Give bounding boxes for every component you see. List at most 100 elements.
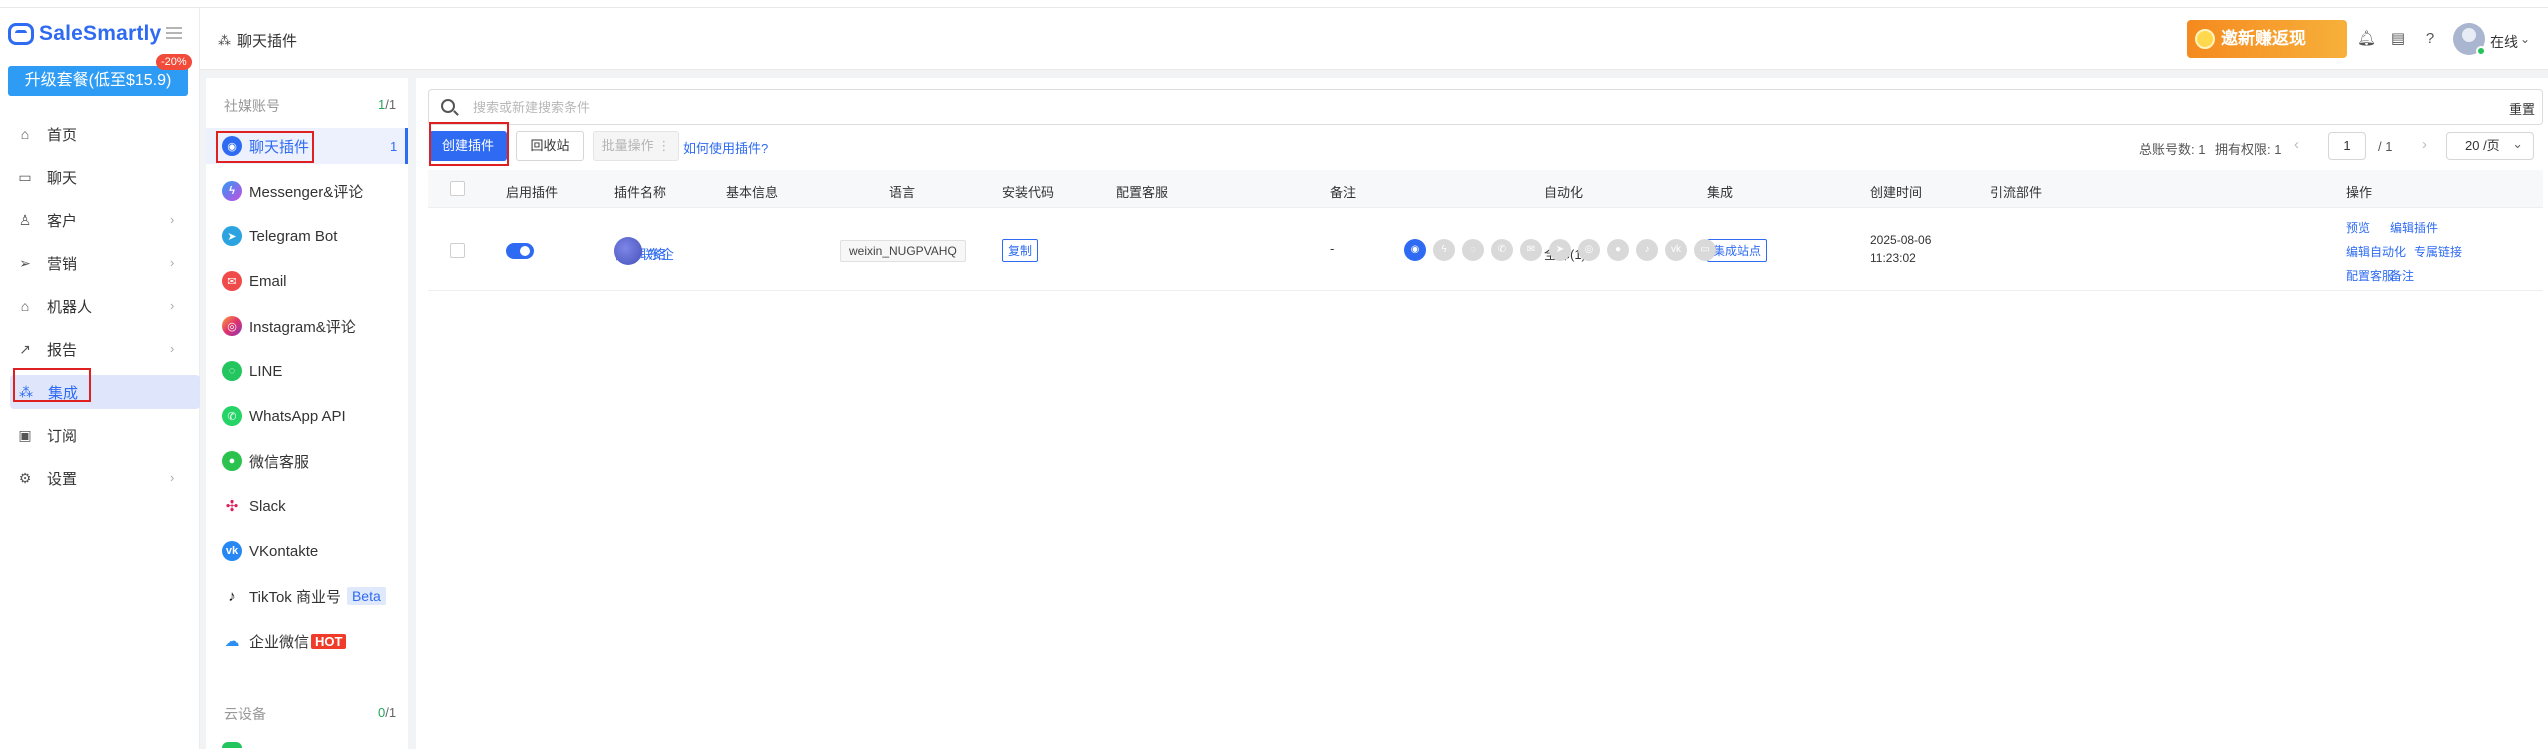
nav-item-customers[interactable]: ♙ 客户 › xyxy=(0,203,200,237)
edit-plugin-link[interactable]: 编辑插件 xyxy=(2390,219,2438,236)
top-strip xyxy=(0,0,2548,8)
sms-widget-icon[interactable]: ▭ xyxy=(1694,239,1716,261)
integration-icon: ⁂ xyxy=(19,383,33,400)
subnav-item-slack[interactable]: ✣ Slack xyxy=(206,488,408,524)
settings-icon: ⚙ xyxy=(18,469,32,486)
nav-item-integration[interactable]: ⁂ 集成 xyxy=(10,375,200,409)
collapse-menu-icon[interactable] xyxy=(166,27,182,39)
email-icon: ✉ xyxy=(222,271,242,291)
messenger-widget-icon[interactable]: ϟ xyxy=(1433,239,1455,261)
column-header: 启用插件 xyxy=(506,185,559,200)
permission-count: 拥有权限: 1 xyxy=(2215,142,2282,157)
recycle-bin-button[interactable]: 回收站 xyxy=(516,131,584,161)
note-link[interactable]: 备注 xyxy=(2390,267,2414,284)
nav-item-label: 聊天 xyxy=(47,169,78,187)
nav-item-label: 营销 xyxy=(47,255,78,273)
create-plugin-button[interactable]: 创建插件 xyxy=(429,131,507,161)
wechat-widget-icon[interactable]: ● xyxy=(1607,239,1629,261)
search-bar[interactable]: 重置 xyxy=(428,89,2543,125)
chat-plugin-icon: ◉ xyxy=(222,136,242,156)
whatsapp-icon: ✆ xyxy=(222,406,242,426)
subnav-item-label: 微信客服 xyxy=(249,453,310,471)
tiktok-icon: ♪ xyxy=(222,586,242,606)
page-input[interactable]: 1 xyxy=(2328,132,2366,160)
agent-tag: weixin_NUGPVAHQ xyxy=(840,240,966,262)
subnav-item-label: Telegram Bot xyxy=(249,227,338,245)
chat-widget-icon[interactable]: ◉ xyxy=(1404,239,1426,261)
subnav-item-instagram[interactable]: ◎ Instagram&评论 xyxy=(206,308,408,344)
nav-item-marketing[interactable]: ➢ 营销 › xyxy=(0,246,200,280)
table-row[interactable]: 博客联络 东企 中文 复制 weixin_NUGPVAHQ - 全部(1) 集成… xyxy=(428,209,2543,291)
row-checkbox[interactable] xyxy=(450,243,465,258)
clipboard-icon[interactable]: ▤ xyxy=(2389,30,2407,48)
select-all-checkbox[interactable] xyxy=(450,181,465,196)
table-header: 启用插件 插件名称 基本信息 语言 安装代码 配置客服 备注 自动化 集成 创建… xyxy=(428,170,2543,208)
whatsapp-widget-icon[interactable]: ✆ xyxy=(1491,239,1513,261)
column-header: 创建时间 xyxy=(1870,185,1923,200)
chevron-down-icon[interactable]: ⌄ xyxy=(2520,32,2530,46)
preview-link[interactable]: 预览 xyxy=(2346,219,2370,236)
brand-logo[interactable]: SaleSmartly xyxy=(8,20,161,48)
subnav-item-label: TikTok 商业号 xyxy=(249,588,341,606)
upgrade-button[interactable]: 升级套餐(低至$15.9) xyxy=(8,66,188,96)
subnav-item-label: Slack xyxy=(249,497,286,515)
slack-icon: ✣ xyxy=(222,496,242,516)
nav-item-robot[interactable]: ⌂ 机器人 › xyxy=(0,289,200,323)
subnav-item-line[interactable]: ◌ LINE xyxy=(206,353,408,389)
subnav-item-email[interactable]: ✉ Email xyxy=(206,263,408,299)
subnav-item-wechat[interactable]: ● 微信客服 xyxy=(206,443,408,479)
exclusive-link[interactable]: 专属链接 xyxy=(2414,243,2462,260)
search-input[interactable] xyxy=(473,97,2373,117)
chevron-right-icon: › xyxy=(170,470,175,485)
instagram-widget-icon[interactable]: ◎ xyxy=(1578,239,1600,261)
social-accounts-title: 社媒账号 xyxy=(224,98,280,114)
chevron-right-icon: › xyxy=(170,341,175,356)
referral-promo-banner[interactable]: 邀新赚返现 xyxy=(2187,20,2347,58)
howto-link[interactable]: 如何使用插件? xyxy=(683,138,768,157)
home-icon: ⌂ xyxy=(20,126,30,142)
nav-item-home[interactable]: ⌂ 首页 xyxy=(0,117,200,151)
prev-page-icon[interactable]: ‹ xyxy=(2294,136,2299,153)
config-agent-link[interactable]: 配置客服 xyxy=(2346,267,2394,284)
email-widget-icon[interactable]: ✉ xyxy=(1520,239,1542,261)
nav-item-label: 设置 xyxy=(47,470,78,488)
help-icon[interactable]: ? xyxy=(2421,30,2439,48)
enable-plugin-toggle[interactable] xyxy=(506,243,534,259)
subnav-item-label: WhatsApp API xyxy=(249,407,346,425)
vk-widget-icon[interactable]: vk xyxy=(1665,239,1687,261)
vk-icon: vk xyxy=(222,541,242,561)
subnav-item-whatsapp[interactable]: ✆ WhatsApp API xyxy=(206,398,408,434)
social-accounts-count: 1/1 xyxy=(378,97,397,112)
chevron-right-icon: › xyxy=(170,298,175,313)
subnav-item-telegram[interactable]: ➤ Telegram Bot xyxy=(206,218,408,254)
page-size-select[interactable]: 20 /页 xyxy=(2446,131,2534,160)
status-label[interactable]: 在线 xyxy=(2490,32,2518,52)
subnav-item-chat-plugin[interactable]: ◉ 聊天插件 1 xyxy=(206,128,408,164)
send-icon: ➢ xyxy=(19,254,31,271)
nav-item-subscription[interactable]: ▣ 订阅 xyxy=(0,418,200,452)
report-icon: ↗ xyxy=(19,340,31,357)
nav-item-chat[interactable]: ▭ 聊天 xyxy=(0,160,200,194)
bell-icon[interactable]: 🔔︎ xyxy=(2357,30,2376,48)
edit-automation-link[interactable]: 编辑自动化 xyxy=(2346,243,2406,260)
column-header: 自动化 xyxy=(1544,185,1584,200)
breadcrumb: ⁂ 聊天插件 xyxy=(218,30,297,51)
subnav-item-wecom[interactable]: ☁ 企业微信 HOT xyxy=(206,623,408,659)
nav-item-label: 订阅 xyxy=(47,427,78,445)
column-header: 基本信息 xyxy=(726,185,779,200)
subscription-icon: ▣ xyxy=(18,426,32,443)
subnav-item-tiktok[interactable]: ♪ TikTok 商业号 Beta xyxy=(206,578,408,614)
nav-item-report[interactable]: ↗ 报告 › xyxy=(0,332,200,366)
nav-item-settings[interactable]: ⚙ 设置 › xyxy=(0,461,200,495)
copy-code-button[interactable]: 复制 xyxy=(1002,239,1039,262)
subnav-item-vk[interactable]: vk VKontakte xyxy=(206,533,408,569)
subnav-item-messenger[interactable]: ϟ Messenger&评论 xyxy=(206,173,408,209)
left-nav: SaleSmartly 升级套餐(低至$15.9) -20% ⌂ 首页 ▭ 聊天… xyxy=(0,8,200,749)
reset-button[interactable]: 重置 xyxy=(2509,99,2535,118)
line-widget-icon[interactable]: ◌ xyxy=(1462,239,1484,261)
basic-info-name[interactable]: 东企 xyxy=(648,244,674,263)
telegram-widget-icon[interactable]: ➤ xyxy=(1549,239,1571,261)
next-page-icon[interactable]: › xyxy=(2422,136,2427,153)
messenger-icon: ϟ xyxy=(222,181,242,201)
tiktok-widget-icon[interactable]: ♪ xyxy=(1636,239,1658,261)
